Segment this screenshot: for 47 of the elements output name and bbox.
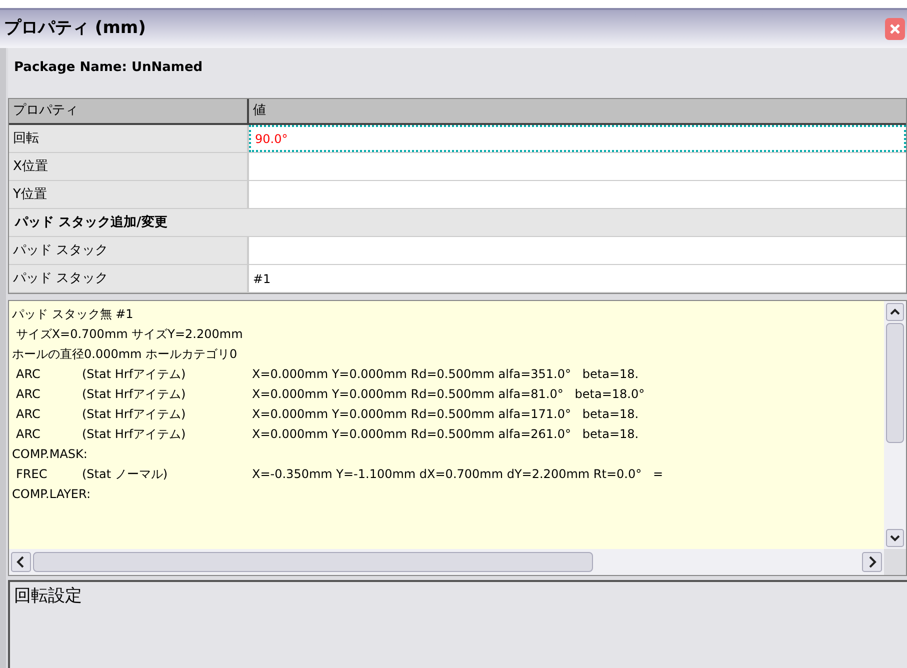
property-row[interactable]: X位置 (9, 153, 906, 181)
item-params: X=0.000mm Y=0.000mm Rd=0.500mm alfa=261.0° beta=18. (252, 426, 639, 443)
column-header[interactable]: プロパティ (9, 99, 249, 123)
description-text: 回転設定 (14, 586, 82, 606)
item-type: FREC (15, 466, 48, 483)
group-row[interactable]: パッド スタック追加/変更 (9, 209, 906, 237)
item-params: X=-0.350mm Y=-1.100mm dX=0.700mm dY=2.200mm Rt=0.0° = (252, 466, 664, 483)
property-value[interactable]: #1 (249, 265, 906, 292)
property-label[interactable]: パッド スタック (9, 265, 249, 292)
item-status: (Stat Hrfアイテム) (82, 386, 187, 403)
item-params: X=0.000mm Y=0.000mm Rd=0.500mm alfa=351.0° beta=18. (252, 366, 639, 383)
scroll-down-icon[interactable] (886, 529, 904, 547)
item-status: (Stat Hrfアイテム) (82, 366, 187, 383)
horizontal-scrollbar[interactable] (9, 549, 884, 575)
item-type: ARC (15, 386, 42, 403)
property-label[interactable]: Y位置 (9, 181, 249, 208)
detail-line: サイズX=0.700mm サイズY=2.200mm (14, 326, 243, 343)
property-label[interactable]: X位置 (9, 153, 249, 180)
property-row[interactable]: Y位置 (9, 181, 906, 209)
scroll-thumb[interactable] (886, 323, 904, 443)
column-header[interactable]: 値 (249, 99, 906, 123)
item-type: ARC (15, 366, 42, 383)
detail-line: パッド スタック無 #1 (12, 306, 134, 323)
scroll-right-icon[interactable] (862, 552, 882, 572)
item-params: X=0.000mm Y=0.000mm Rd=0.500mm alfa=81.0° beta=18.0° (252, 386, 645, 403)
detail-line: ホールの直径0.000mm ホールカテゴリ0 (12, 346, 238, 363)
property-row[interactable]: パッド スタック (9, 237, 906, 265)
close-icon (889, 23, 901, 35)
property-label[interactable]: パッド スタック (9, 237, 249, 264)
property-label[interactable]: 回転 (9, 125, 249, 152)
item-status: (Stat Hrfアイテム) (82, 406, 187, 423)
property-row[interactable]: 回転 90.0° (9, 125, 906, 153)
item-type: ARC (15, 426, 42, 443)
scroll-left-icon[interactable] (11, 552, 31, 572)
scroll-thumb[interactable] (33, 552, 593, 572)
item-type: ARC (15, 406, 42, 423)
detail-line: COMP.LAYER: (12, 486, 91, 503)
close-button[interactable] (885, 18, 905, 40)
package-name: Package Name: UnNamed (14, 60, 203, 75)
vertical-scrollbar[interactable] (884, 301, 906, 549)
scroll-up-icon[interactable] (886, 303, 904, 321)
detail-line: COMP.MASK: (12, 446, 88, 463)
window-title: プロパティ (mm) (4, 17, 146, 40)
item-status: (Stat Hrfアイテム) (82, 426, 187, 443)
property-row[interactable]: パッド スタック #1 (9, 265, 906, 293)
item-params: X=0.000mm Y=0.000mm Rd=0.500mm alfa=171.0° beta=18. (252, 406, 639, 423)
item-status: (Stat ノーマル) (82, 466, 169, 483)
